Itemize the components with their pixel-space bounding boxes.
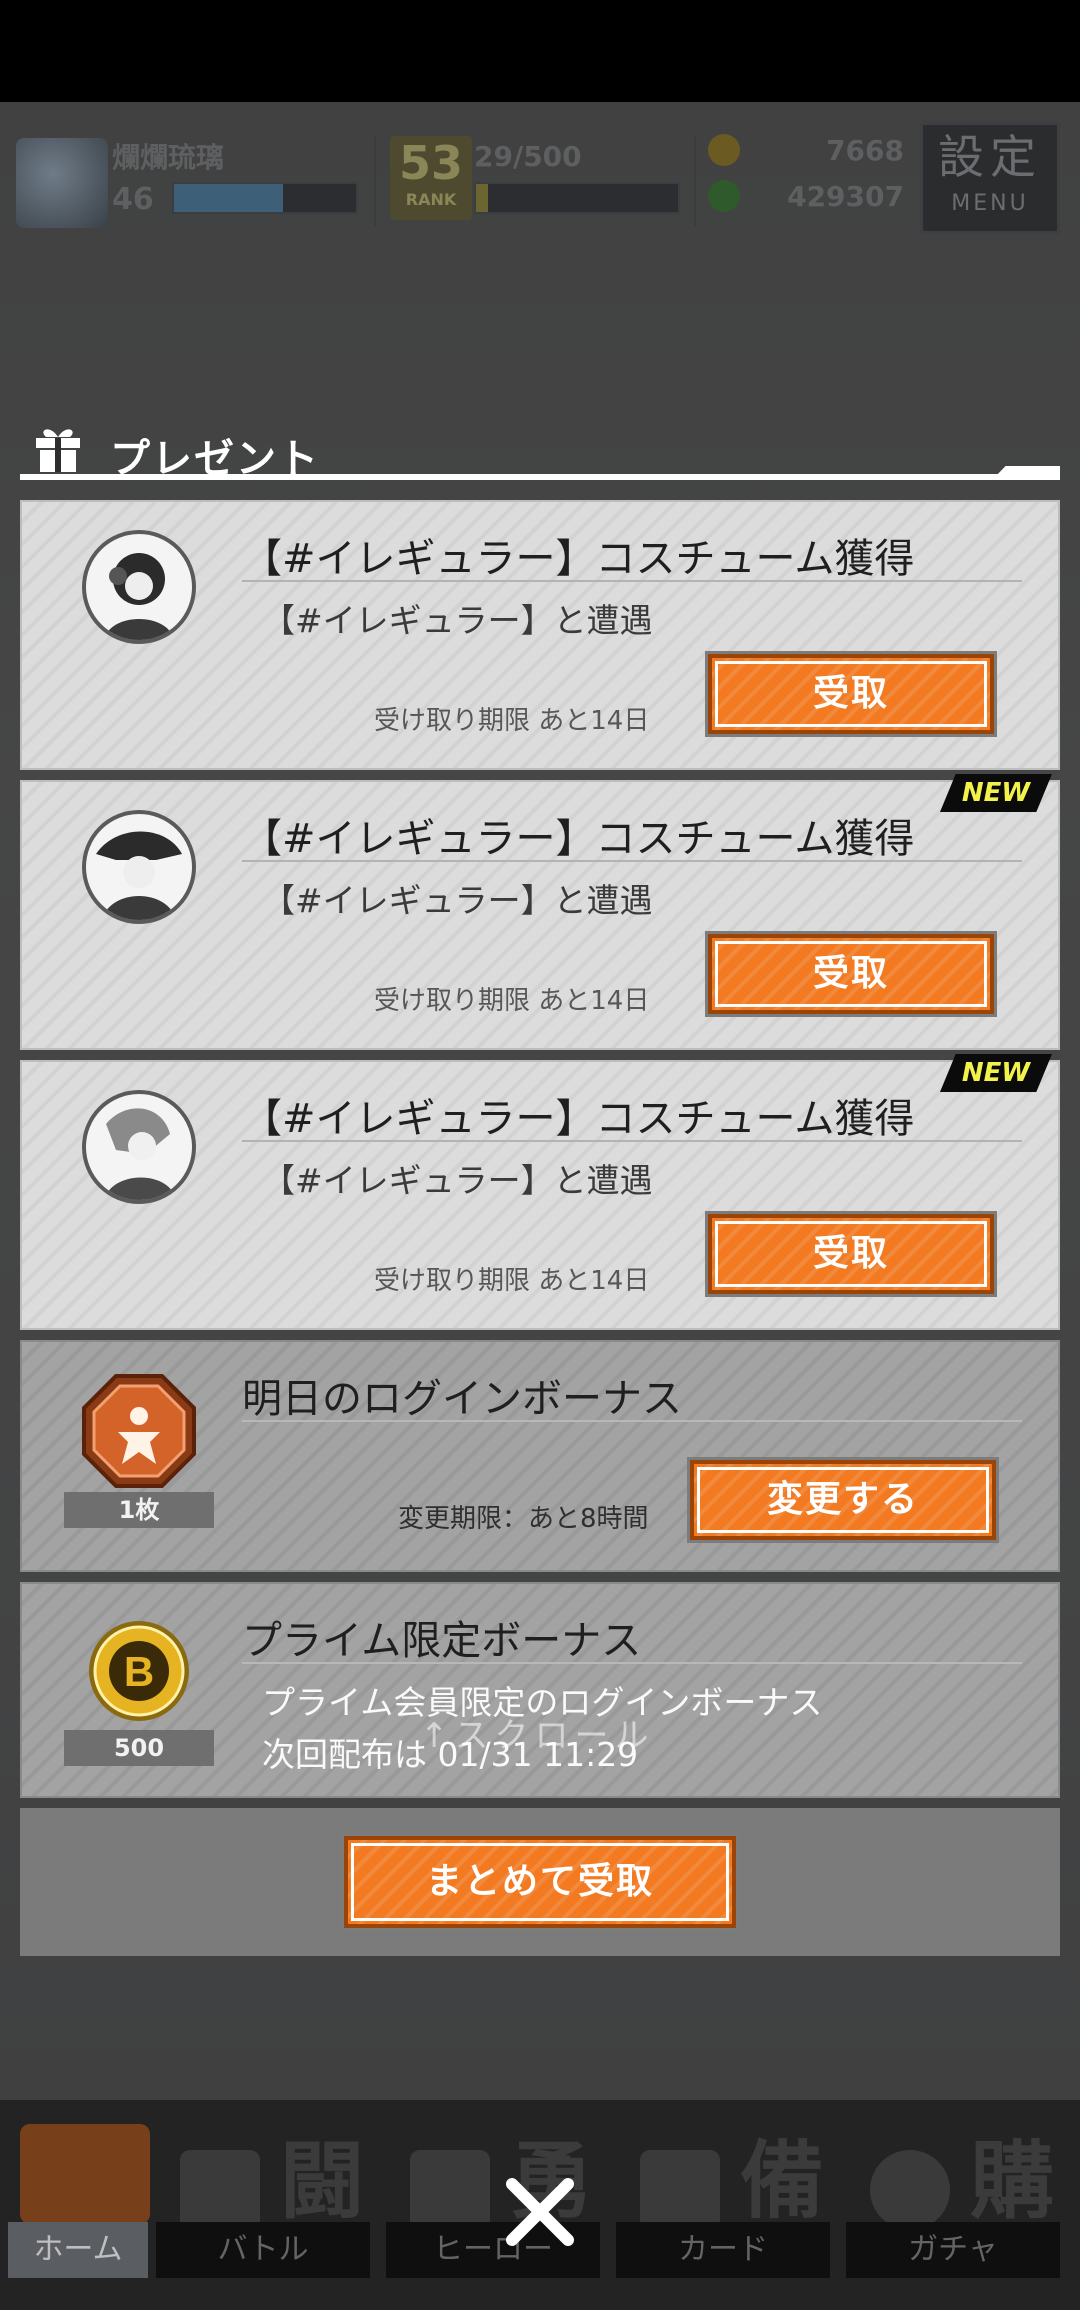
gift-icon	[36, 429, 80, 472]
bulk-receive-area: まとめて受取	[20, 1808, 1060, 1956]
costume-avatar-icon	[82, 530, 196, 644]
nav-kanji: 闘	[279, 2132, 364, 2230]
rank-badge: 53 RANK	[390, 136, 472, 220]
present-item: NEW 【#イレギュラー】コスチューム獲得 【#イレギュラー】と遭遇 受け取り期…	[20, 774, 1060, 1050]
new-badge: NEW	[940, 774, 1052, 812]
gold-coin-icon: B	[89, 1621, 189, 1721]
nav-label: カード	[616, 2222, 830, 2278]
gacha-icon	[870, 2150, 950, 2230]
home-icon	[20, 2124, 150, 2224]
nav-label: ホーム	[8, 2222, 148, 2278]
svg-text:B: B	[124, 1648, 154, 1695]
player-level: 46	[112, 182, 154, 217]
exp-progress-fill	[476, 184, 489, 212]
costume-avatar-icon	[82, 810, 196, 924]
prime-bonus-title: プライム限定ボーナス	[242, 1618, 642, 1664]
receive-button[interactable]: 受取	[708, 934, 994, 1014]
scroll-hint: ↑スクロール	[420, 1716, 655, 1756]
item-divider	[242, 1140, 1022, 1142]
nav-label: バトル	[156, 2222, 370, 2278]
menu-button[interactable]: 設定 MENU	[920, 122, 1060, 234]
present-item: NEW 【#イレギュラー】コスチューム獲得 【#イレギュラー】と遭遇 受け取り期…	[20, 1054, 1060, 1330]
receive-button[interactable]: 受取	[708, 654, 994, 734]
item-deadline: 受け取り期限 あと14日	[374, 986, 650, 1016]
exp-progress-bar	[474, 182, 680, 214]
header-underline	[20, 474, 1060, 480]
level-progress-bar	[172, 182, 358, 214]
hud-divider	[374, 136, 376, 226]
card-icon	[640, 2150, 720, 2230]
nav-card[interactable]: 備 カード	[616, 2114, 836, 2278]
item-title: 【#イレギュラー】コスチューム獲得	[242, 816, 915, 862]
item-divider	[242, 860, 1022, 862]
player-avatar[interactable]	[16, 138, 108, 228]
item-divider	[242, 580, 1022, 582]
nav-kanji: 購	[969, 2132, 1054, 2230]
medal-count: 1枚	[64, 1492, 214, 1528]
status-bar	[0, 0, 1080, 102]
player-hud: 爛爛琉璃 46 53 RANK 29/500 7668 429307 設定 ME…	[0, 118, 1080, 238]
item-deadline: 受け取り期限 あと14日	[374, 1266, 650, 1296]
item-subtitle: 【#イレギュラー】と遭遇	[262, 1161, 653, 1200]
green-coin-icon	[708, 180, 740, 212]
hero-medal-icon	[82, 1374, 196, 1488]
level-progress-fill	[174, 184, 284, 212]
header-accent	[992, 466, 1060, 480]
rank-number: 53	[398, 136, 463, 190]
nav-kanji: 備	[739, 2132, 824, 2230]
item-deadline: 受け取り期限 あと14日	[374, 706, 650, 736]
item-divider	[242, 1420, 1022, 1422]
hud-divider	[694, 136, 696, 226]
present-header: プレゼント	[20, 420, 1060, 482]
menu-kanji: 設定	[938, 130, 1042, 184]
new-badge: NEW	[940, 1054, 1052, 1092]
nav-gacha[interactable]: 購 ガチャ	[846, 2114, 1066, 2278]
change-button[interactable]: 変更する	[690, 1460, 996, 1540]
currency-primary: 7668	[826, 134, 904, 167]
present-item: 【#イレギュラー】コスチューム獲得 【#イレギュラー】と遭遇 受け取り期限 あと…	[20, 500, 1060, 770]
item-divider	[242, 1662, 1022, 1664]
costume-avatar-icon	[82, 1090, 196, 1204]
prime-bonus-item: B 500 プライム限定ボーナス プライム会員限定のログインボーナス 次回配布は…	[20, 1582, 1060, 1798]
gamepad-icon	[180, 2150, 260, 2230]
login-bonus-item: 1枚 明日のログインボーナス 変更期限：あと8時間 変更する	[20, 1340, 1060, 1572]
menu-label: MENU	[951, 191, 1029, 216]
item-title: 【#イレギュラー】コスチューム獲得	[242, 1096, 915, 1142]
coin-count: 500	[64, 1730, 214, 1766]
receive-button[interactable]: 受取	[708, 1214, 994, 1294]
player-name: 爛爛琉璃	[112, 141, 225, 174]
receive-all-button[interactable]: まとめて受取	[344, 1836, 736, 1928]
nav-battle[interactable]: 闘 バトル	[156, 2114, 376, 2278]
change-deadline: 変更期限：あと8時間	[398, 1504, 649, 1534]
item-subtitle: 【#イレギュラー】と遭遇	[262, 601, 653, 640]
item-title: 【#イレギュラー】コスチューム獲得	[242, 536, 915, 582]
currency-secondary: 429307	[787, 180, 904, 213]
rank-label: RANK	[405, 190, 457, 209]
hero-icon	[410, 2150, 490, 2230]
nav-label: ガチャ	[846, 2222, 1060, 2278]
close-icon[interactable]	[498, 2170, 582, 2254]
login-bonus-title: 明日のログインボーナス	[242, 1376, 682, 1422]
gold-coin-icon	[708, 134, 740, 166]
exp-counter: 29/500	[474, 140, 582, 173]
item-subtitle: 【#イレギュラー】と遭遇	[262, 881, 653, 920]
